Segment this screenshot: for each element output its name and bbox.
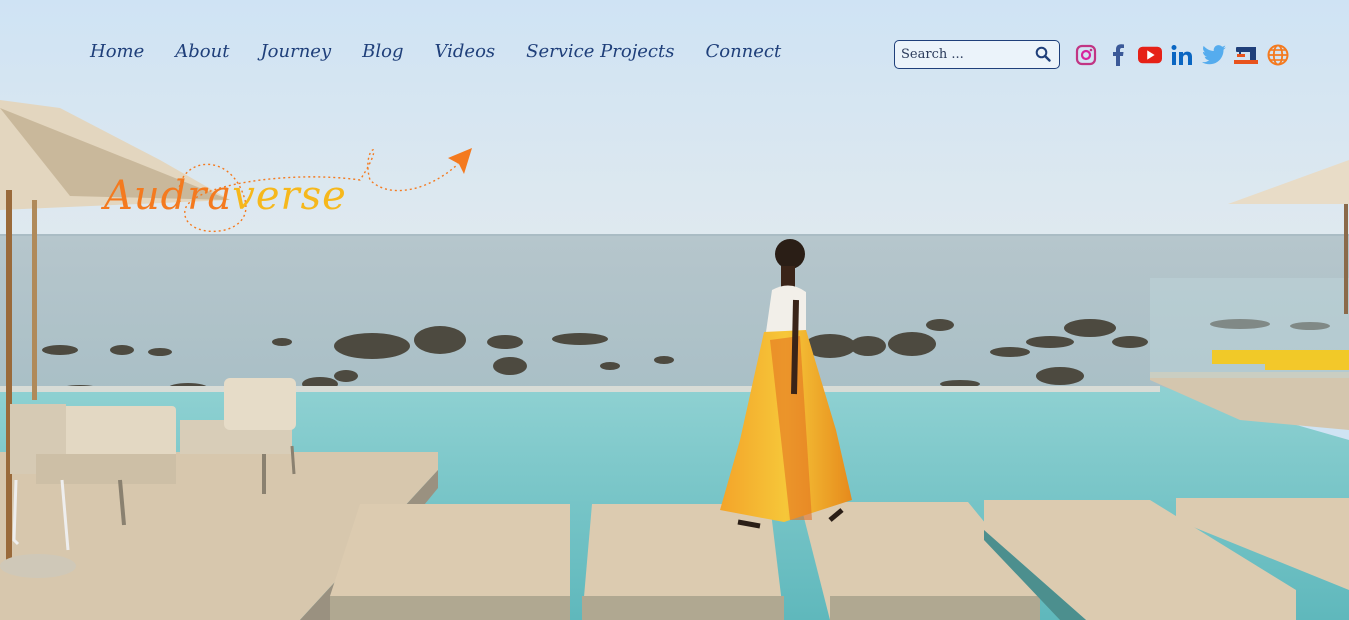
- twitter-icon[interactable]: [1202, 43, 1226, 67]
- hero-background: [0, 0, 1349, 620]
- nav-about-link[interactable]: About: [175, 38, 229, 66]
- instagram-icon[interactable]: [1074, 43, 1098, 67]
- logo-part-verse: verse: [232, 173, 347, 219]
- search-box: [894, 40, 1060, 69]
- site-logo[interactable]: Audraverse: [104, 172, 347, 220]
- search-input[interactable]: [901, 47, 1031, 62]
- linkedin-icon[interactable]: [1170, 43, 1194, 67]
- nav-service-projects-link[interactable]: Service Projects: [526, 38, 674, 66]
- nav-journey-link[interactable]: Journey: [260, 38, 331, 66]
- social-links: [1074, 43, 1290, 67]
- nav-blog-link[interactable]: Blog: [362, 38, 403, 66]
- main-nav: Home About Journey Blog Videos Service P…: [90, 38, 812, 66]
- hero-scene: [0, 0, 1349, 620]
- sewing-machine-icon[interactable]: [1234, 43, 1258, 67]
- nav-connect-link[interactable]: Connect: [705, 38, 781, 66]
- globe-icon[interactable]: [1266, 43, 1290, 67]
- nav-home-link[interactable]: Home: [90, 38, 144, 66]
- facebook-icon[interactable]: [1106, 43, 1130, 67]
- search-icon[interactable]: [1035, 46, 1051, 62]
- youtube-icon[interactable]: [1138, 43, 1162, 67]
- logo-part-audra: Audra: [104, 173, 233, 219]
- nav-videos-link[interactable]: Videos: [434, 38, 495, 66]
